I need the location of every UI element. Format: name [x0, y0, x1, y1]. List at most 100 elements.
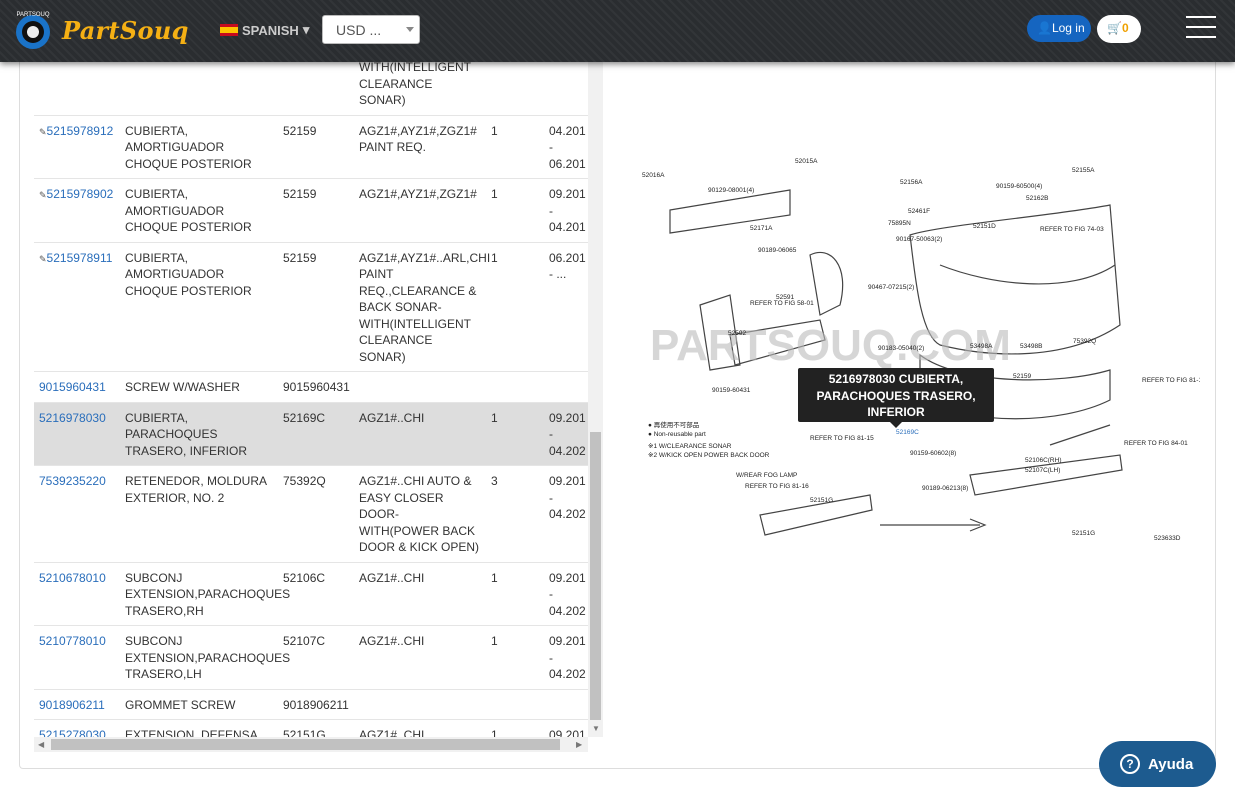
part-description: SUBCONJ EXTENSION,PARACHOQUES TRASERO,RH [120, 562, 290, 626]
svg-text:PARTSOUQ: PARTSOUQ [16, 12, 49, 18]
diagram-callout[interactable]: 75392Q [1073, 338, 1096, 345]
diagram-callout[interactable]: 90189-06065 [758, 247, 797, 254]
part-model: AGZ1#..CHI [354, 562, 486, 626]
login-button[interactable]: 👤Log in [1027, 15, 1091, 42]
diagram-callout[interactable]: 52159 [1013, 373, 1031, 380]
diagram-callout[interactable]: 75895N [888, 220, 911, 227]
part-number-link[interactable]: 5210678010 [34, 562, 120, 626]
diagram-callout[interactable]: REFER TO FIG 74-03 [1040, 226, 1104, 233]
link-icon: ✎ [39, 253, 47, 264]
diagram-callout[interactable]: 90129-08001(4) [708, 187, 754, 194]
horizontal-scroll-thumb[interactable] [51, 739, 560, 750]
diagram-callout[interactable]: 90189-06213(8) [922, 485, 968, 492]
part-description: EXTENSION, DEFENSA TRASERA [120, 719, 278, 737]
diagram-legend-line: ※2 W/KICK OPEN POWER BACK DOOR [648, 452, 770, 459]
scroll-down-icon[interactable]: ▼ [592, 724, 600, 733]
menu-hamburger-icon[interactable] [1186, 16, 1216, 40]
table-row[interactable]: 9015960431 SCREW W/WASHER 9015960431 [34, 371, 588, 403]
part-quantity: 1 [486, 242, 544, 372]
part-number-link[interactable]: ✎5215978912 [34, 115, 120, 179]
caret-down-icon: ▾ [302, 22, 310, 37]
diagram-callout[interactable]: REFER TO FIG 81-15 [810, 435, 874, 442]
help-button[interactable]: ? Ayuda [1099, 741, 1216, 787]
brand-name[interactable]: PartSouq [62, 16, 189, 45]
scroll-left-icon[interactable]: ◀ [38, 740, 44, 749]
diagram-callout[interactable]: 52162B [1026, 195, 1048, 202]
part-description: CUBIERTA, PARACHOQUES TRASERO, INFERIOR [120, 402, 278, 466]
table-row[interactable]: ✎5215978902 CUBIERTA, AMORTIGUADOR CHOQUE… [34, 178, 588, 243]
link-icon: ✎ [39, 190, 47, 200]
spain-flag-icon [220, 24, 238, 36]
part-number-link[interactable]: 5215278030 [34, 719, 120, 737]
diagram-callout[interactable]: REFER TO FIG 84-01 [1124, 440, 1188, 447]
diagram-callout[interactable]: 52169C [896, 429, 919, 436]
part-date: 09.201 - 04.202 [544, 719, 588, 737]
user-icon: 👤 [1037, 21, 1052, 35]
diagram-callout[interactable]: 52015A [795, 158, 818, 165]
diagram-callout[interactable]: 52171A [750, 225, 773, 232]
part-number-link[interactable] [34, 62, 120, 116]
diagram-callout[interactable]: 52151D [973, 223, 996, 230]
part-number-link[interactable]: ✎5215978902 [34, 178, 120, 243]
table-row[interactable]: 5210678010 SUBCONJ EXTENSION,PARACHOQUES … [34, 562, 588, 626]
partsouq-logo[interactable]: PARTSOUQ [13, 7, 53, 53]
parts-table-container[interactable]: WITH(INTELLIGENT CLEARANCE SONAR) ✎521597… [34, 62, 588, 737]
scroll-right-icon[interactable]: ▶ [576, 740, 582, 749]
vertical-scroll-thumb[interactable] [590, 432, 601, 720]
diagram-callout[interactable]: REFER TO FIG 81-15 [1142, 377, 1200, 384]
diagram-callout[interactable]: 52016A [642, 172, 665, 179]
diagram-callout[interactable]: 52151G [1072, 530, 1095, 537]
diagram-callout[interactable]: 52151G [810, 497, 833, 504]
cart-count: 0 [1121, 21, 1129, 35]
part-number-link[interactable]: 9015960431 [34, 371, 120, 403]
part-number-link[interactable]: 9018906211 [34, 689, 120, 720]
diagram-callout[interactable]: 53498A [970, 343, 993, 350]
part-description: SUBCONJ EXTENSION,PARACHOQUES TRASERO,LH [120, 625, 290, 690]
part-model: AGZ1#..CHI [354, 402, 486, 466]
currency-select[interactable]: USD ... [322, 15, 420, 44]
language-selector[interactable]: SPANISH ▾ [220, 22, 309, 38]
diagram-callout[interactable]: 90467-07215(2) [868, 284, 914, 291]
part-model [354, 689, 486, 720]
diagram-callout[interactable]: REFER TO FIG 81-16 [745, 483, 809, 490]
diagram-callout[interactable]: 90159-60602(8) [910, 450, 956, 457]
part-model: AGZ1#..CHI AUTO & EASY CLOSER DOOR- WITH… [354, 465, 486, 563]
diagram-callout[interactable]: 53498B [1020, 343, 1042, 350]
part-date: 09.201 - 04.202 [544, 465, 588, 563]
table-row[interactable]: 5210778010 SUBCONJ EXTENSION,PARACHOQUES … [34, 625, 588, 690]
diagram-callout[interactable]: REFER TO FIG 58-01 [750, 300, 814, 307]
diagram-callout[interactable]: 52592 [728, 330, 746, 337]
table-row[interactable]: 5216978030 CUBIERTA, PARACHOQUES TRASERO,… [34, 402, 588, 466]
part-code: 9015960431 [278, 371, 354, 403]
diagram-callout[interactable]: 52107C(LH) [1025, 467, 1060, 474]
part-number-link[interactable]: 5210778010 [34, 625, 120, 690]
diagram-legend-line: ● Non-reusable part [648, 431, 706, 438]
diagram-callout[interactable]: 52155A [1072, 167, 1095, 174]
link-icon: ✎ [39, 126, 47, 137]
parts-diagram[interactable]: PARTSOUQ.COM 52016A 52015A 52156A 52155A 521… [640, 155, 1200, 550]
diagram-callout[interactable]: 52461F [908, 208, 930, 215]
diagram-callout[interactable]: 90167-50063(2) [896, 236, 942, 243]
table-row[interactable]: WITH(INTELLIGENT CLEARANCE SONAR) [34, 62, 588, 116]
table-row[interactable]: 9018906211 GROMMET SCREW 9018906211 [34, 689, 588, 720]
part-code: 52151G [278, 719, 354, 737]
diagram-callout[interactable]: 523633D [1154, 535, 1181, 542]
part-date [544, 371, 588, 403]
diagram-callout[interactable]: 52156A [900, 179, 923, 186]
table-row[interactable]: ✎5215978911 CUBIERTA, AMORTIGUADOR CHOQUE… [34, 242, 588, 372]
diagram-callout[interactable]: 90159-60500(4) [996, 183, 1042, 190]
part-quantity: 3 [486, 465, 544, 563]
cart-button[interactable]: 🛒0 [1097, 15, 1141, 43]
part-number-link[interactable]: 7539235220 [34, 465, 120, 563]
diagram-callout[interactable]: 90159-60431 [712, 387, 751, 394]
diagram-callout[interactable]: 52106C(RH) [1025, 457, 1062, 464]
part-number-link[interactable]: ✎5215978911 [34, 242, 120, 372]
table-row[interactable]: 5215278030EXTENSION, DEFENSA TRASERA5215… [34, 719, 588, 737]
part-code [278, 62, 354, 116]
part-quantity: 1 [486, 115, 544, 179]
part-number-link[interactable]: 5216978030 [34, 402, 120, 466]
top-navbar: PARTSOUQ PartSouq SPANISH ▾ USD ... 👤Log… [0, 0, 1235, 62]
diagram-callout[interactable]: 90183-05040(2) [878, 345, 924, 352]
table-row[interactable]: 7539235220 RETENEDOR, MOLDURA EXTERIOR, N… [34, 465, 588, 563]
table-row[interactable]: ✎5215978912 CUBIERTA, AMORTIGUADOR CHOQUE… [34, 115, 588, 179]
